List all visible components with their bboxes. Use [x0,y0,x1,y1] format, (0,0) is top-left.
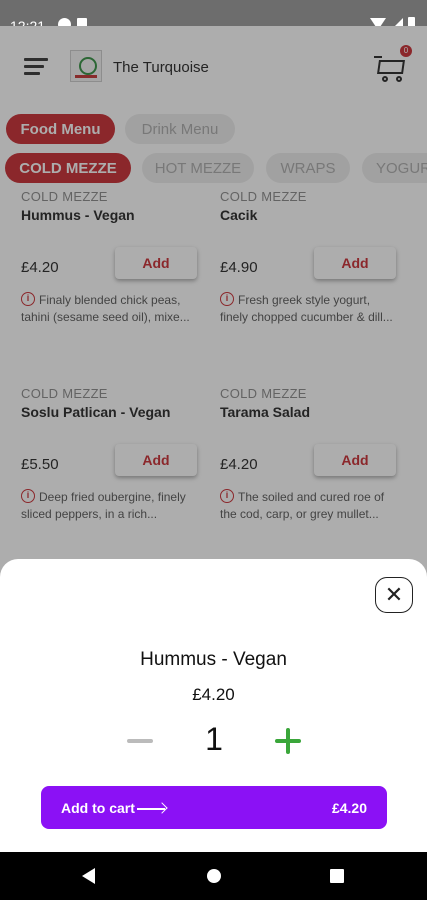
add-to-cart-label: Add to cart [61,800,135,816]
system-nav-bar [0,852,427,900]
item-bottom-sheet: ✕ Hummus - Vegan £4.20 1 Add to cart £4.… [0,559,427,852]
add-to-cart-button[interactable]: Add to cart £4.20 [41,786,387,829]
back-icon[interactable] [82,868,95,884]
sheet-item-title: Hummus - Vegan [140,649,287,670]
quantity-value: 1 [205,721,223,757]
decrease-quantity-button[interactable] [126,729,154,753]
recent-apps-icon[interactable] [330,869,344,883]
arrow-right-icon [137,808,165,810]
increase-quantity-button[interactable] [274,727,302,755]
add-to-cart-total: £4.20 [331,800,367,816]
close-icon[interactable]: ✕ [375,577,413,613]
sheet-item-price: £4.20 [192,685,235,704]
modal-scrim[interactable] [0,26,427,582]
home-icon[interactable] [207,869,221,883]
